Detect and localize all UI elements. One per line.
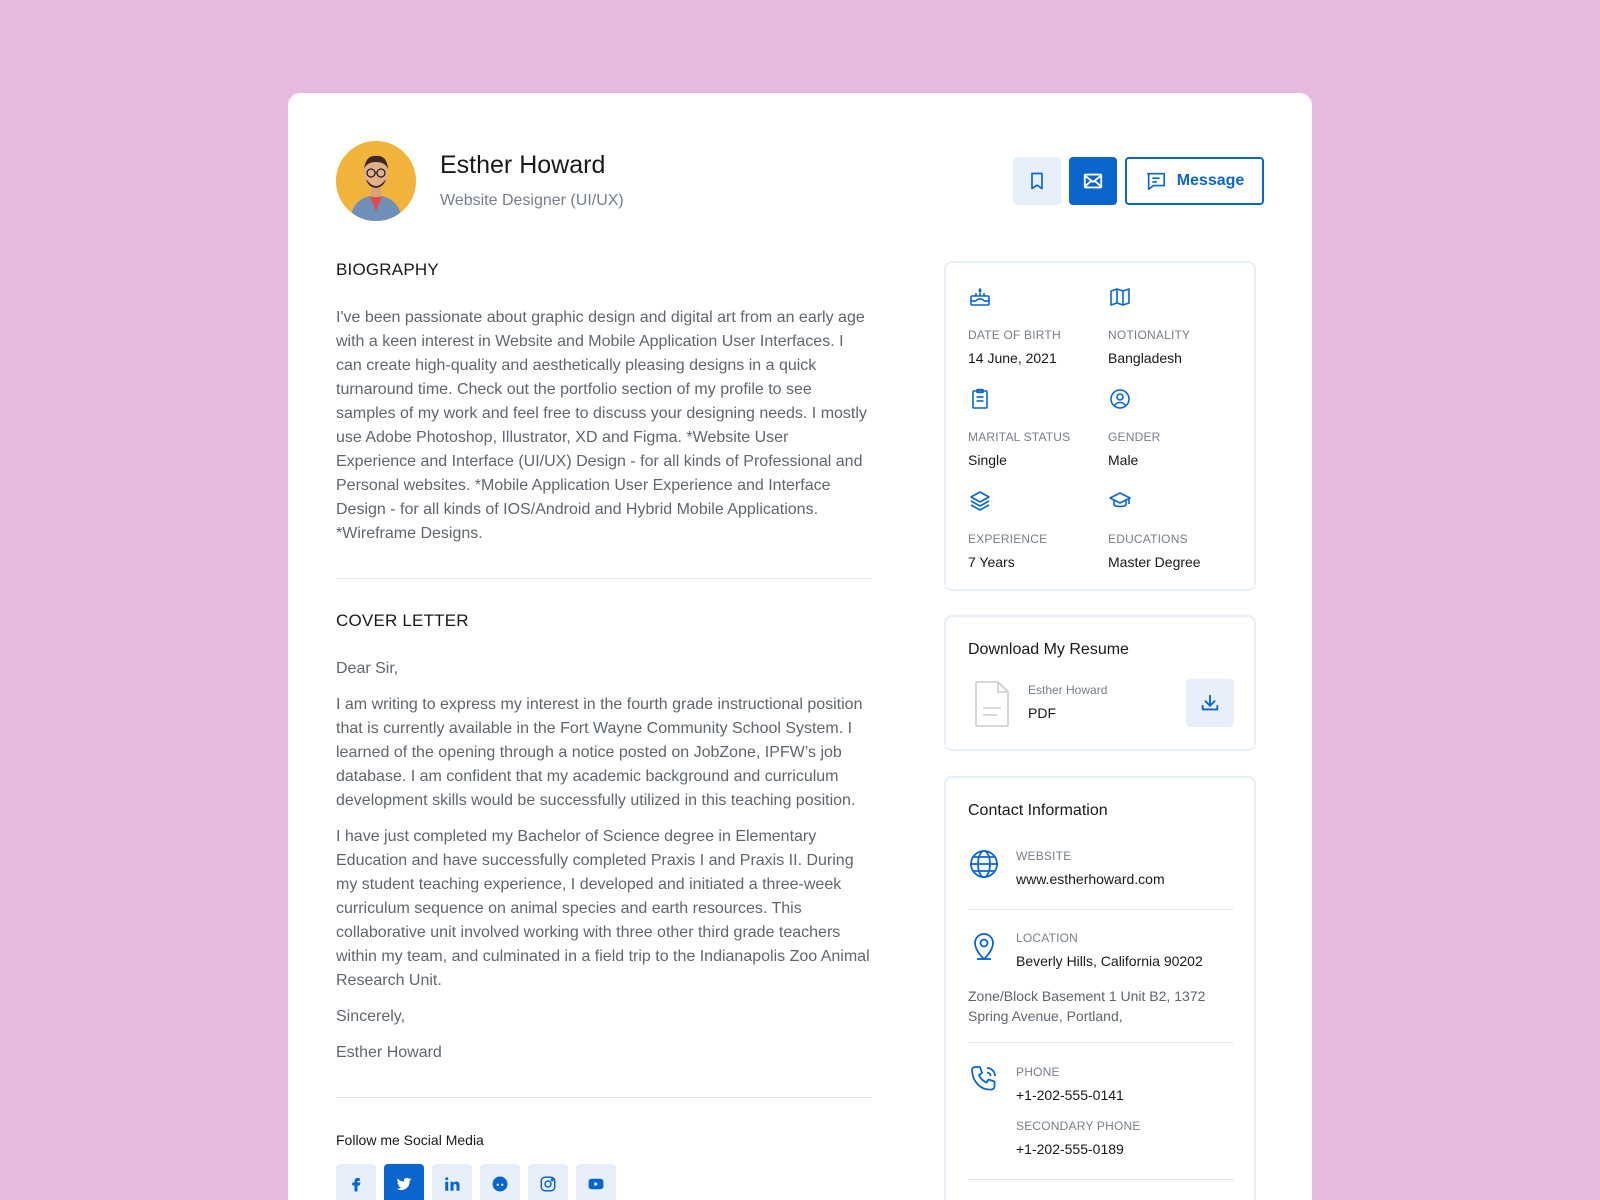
overview-gender: GENDER Male bbox=[1108, 387, 1238, 468]
contact-title: Contact Information bbox=[968, 802, 1108, 819]
user-circle-icon bbox=[1110, 389, 1130, 409]
twitter-button[interactable] bbox=[384, 1164, 424, 1200]
download-resume-button[interactable] bbox=[1186, 679, 1234, 727]
website-link[interactable]: www.estherhoward.com bbox=[1016, 871, 1165, 887]
map-icon bbox=[1110, 288, 1130, 306]
nationality-value: Bangladesh bbox=[1108, 350, 1182, 366]
message-button-label: Message bbox=[1176, 172, 1245, 189]
dob-label: DATE OF BIRTH bbox=[968, 328, 1061, 342]
cover-letter-signature: Esther Howard bbox=[336, 1044, 442, 1061]
dob-value: 14 June, 2021 bbox=[968, 350, 1057, 366]
youtube-button[interactable] bbox=[576, 1164, 616, 1200]
biography-title: BIOGRAPHY bbox=[336, 260, 439, 279]
reddit-icon bbox=[492, 1176, 508, 1192]
biography-text: I've been passionate about graphic desig… bbox=[336, 309, 867, 542]
avatar bbox=[336, 141, 416, 221]
marital-label: MARITAL STATUS bbox=[968, 430, 1071, 444]
layers-icon bbox=[970, 491, 990, 511]
profile-card: Esther Howard Website Designer (UI/UX) M… bbox=[288, 93, 1312, 1200]
globe-icon bbox=[970, 850, 998, 878]
facebook-icon bbox=[352, 1178, 361, 1192]
profile-name: Esther Howard bbox=[440, 151, 606, 179]
location-value: Beverly Hills, California 90202 bbox=[1016, 953, 1203, 969]
divider bbox=[336, 1097, 872, 1098]
bookmark-button[interactable] bbox=[1013, 157, 1061, 205]
graduation-cap-icon bbox=[1109, 492, 1131, 508]
main-content: BIOGRAPHY I've been passionate about gra… bbox=[336, 260, 872, 1200]
overview-card: DATE OF BIRTH 14 June, 2021 NOTIONALITY … bbox=[944, 261, 1256, 591]
divider bbox=[968, 909, 1234, 910]
profile-role: Website Designer (UI/UX) bbox=[440, 192, 624, 209]
youtube-icon bbox=[588, 1178, 604, 1190]
linkedin-icon bbox=[445, 1177, 460, 1191]
resume-owner: Esther Howard bbox=[1028, 683, 1108, 697]
phone-icon bbox=[971, 1066, 996, 1091]
social-title: Follow me Social Media bbox=[336, 1132, 484, 1148]
cover-letter-title: COVER LETTER bbox=[336, 611, 469, 630]
chat-icon bbox=[1146, 172, 1165, 191]
mail-icon bbox=[1083, 173, 1103, 189]
instagram-button[interactable] bbox=[528, 1164, 568, 1200]
overview-experience: EXPERIENCE 7 Years bbox=[968, 489, 1098, 570]
reddit-button[interactable] bbox=[480, 1164, 520, 1200]
secondary-phone-value[interactable]: +1-202-555-0189 bbox=[1016, 1141, 1141, 1157]
email-button[interactable] bbox=[1069, 157, 1117, 205]
download-icon bbox=[1201, 694, 1219, 711]
gender-value: Male bbox=[1108, 452, 1139, 468]
resume-file-type: PDF bbox=[1028, 705, 1056, 721]
instagram-icon bbox=[540, 1176, 556, 1192]
nationality-label: NOTIONALITY bbox=[1108, 328, 1191, 342]
resume-card: Download My Resume Esther Howard PDF bbox=[944, 615, 1256, 751]
file-icon bbox=[975, 681, 1009, 727]
website-label: WEBSITE bbox=[1016, 849, 1072, 863]
resume-title: Download My Resume bbox=[968, 641, 1129, 658]
education-label: EDUCATIONS bbox=[1108, 532, 1188, 546]
phone-value[interactable]: +1-202-555-0141 bbox=[1016, 1087, 1141, 1103]
social-links bbox=[336, 1164, 872, 1200]
cover-letter-paragraph: I have just completed my Bachelor of Sci… bbox=[336, 828, 870, 989]
cake-icon bbox=[970, 288, 990, 306]
linkedin-button[interactable] bbox=[432, 1164, 472, 1200]
overview-dob: DATE OF BIRTH 14 June, 2021 bbox=[968, 285, 1098, 366]
divider bbox=[968, 1042, 1234, 1043]
twitter-icon bbox=[396, 1177, 412, 1191]
cover-letter-closing: Sincerely, bbox=[336, 1008, 406, 1025]
experience-label: EXPERIENCE bbox=[968, 532, 1048, 546]
overview-nationality: NOTIONALITY Bangladesh bbox=[1108, 285, 1238, 366]
address-text: Zone/Block Basement 1 Unit B2, 1372 Spri… bbox=[968, 988, 1206, 1024]
overview-marital: MARITAL STATUS Single bbox=[968, 387, 1098, 468]
gender-label: GENDER bbox=[1108, 430, 1161, 444]
divider bbox=[968, 1179, 1234, 1180]
contact-card: Contact Information WEBSITE www.estherho… bbox=[944, 776, 1256, 1200]
overview-education: EDUCATIONS Master Degree bbox=[1108, 489, 1238, 570]
experience-value: 7 Years bbox=[968, 554, 1015, 570]
contact-website: WEBSITE www.estherhoward.com bbox=[1016, 849, 1165, 887]
education-value: Master Degree bbox=[1108, 554, 1201, 570]
contact-location: LOCATION Beverly Hills, California 90202 bbox=[1016, 931, 1203, 969]
cover-letter-paragraph: I am writing to express my interest in t… bbox=[336, 696, 863, 809]
facebook-button[interactable] bbox=[336, 1164, 376, 1200]
secondary-phone-label: SECONDARY PHONE bbox=[1016, 1119, 1141, 1133]
phone-label: PHONE bbox=[1016, 1065, 1060, 1079]
cover-letter-greeting: Dear Sir, bbox=[336, 660, 399, 677]
map-pin-icon bbox=[974, 933, 994, 960]
contact-phone: PHONE +1-202-555-0141 SECONDARY PHONE +1… bbox=[1016, 1065, 1141, 1157]
message-button[interactable]: Message bbox=[1125, 157, 1264, 205]
divider bbox=[336, 578, 872, 579]
bookmark-icon bbox=[1031, 172, 1043, 190]
location-label: LOCATION bbox=[1016, 931, 1079, 945]
clipboard-icon bbox=[972, 388, 988, 409]
marital-value: Single bbox=[968, 452, 1007, 468]
